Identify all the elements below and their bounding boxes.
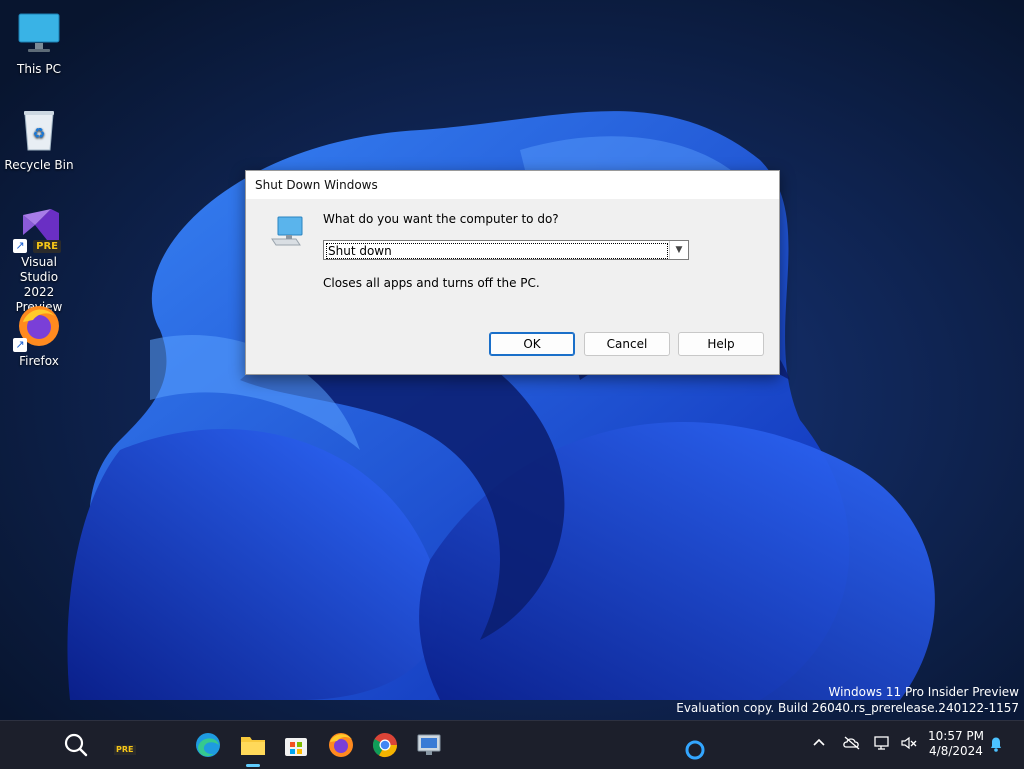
ok-button[interactable]: OK [489,332,575,356]
desktop-icon-firefox[interactable]: ↗ Firefox [0,302,78,369]
store-icon[interactable] [280,729,312,761]
selected-option: Shut down [326,243,668,259]
preview-badge: PRE [33,240,61,253]
file-explorer-icon[interactable] [237,729,269,767]
svg-text:♻: ♻ [33,126,46,142]
dev-preview-badge: PRE [114,745,136,755]
desktop-icon-visual-studio[interactable]: PRE ↗ Visual Studio 2022 Preview [0,203,78,315]
watermark-edition: Windows 11 Pro Insider Preview [828,685,1019,699]
desktop-icon-label: This PC [17,62,61,76]
firefox-icon[interactable] [325,729,357,761]
clock[interactable]: 10:57 PM 4/8/2024 [928,729,984,759]
shutdown-option-select[interactable]: Shut down ▼ [323,240,689,260]
shortcut-arrow-icon: ↗ [13,239,27,253]
shortcut-arrow-icon: ↗ [13,338,27,352]
question-label: What do you want the computer to do? [323,212,559,226]
desktop-icon-recycle-bin[interactable]: ♻ Recycle Bin [0,106,78,173]
desktop-icon-label: Recycle Bin [4,158,74,172]
cortana-icon[interactable] [684,739,706,764]
build-watermark: Windows 11 Pro Insider Preview Evaluatio… [676,684,1019,716]
clock-time: 10:57 PM [928,729,984,743]
notification-bell-icon[interactable] [988,735,1004,756]
desktop-icon-label: Firefox [19,354,59,368]
chrome-icon[interactable] [369,729,401,761]
shut-down-dialog: Shut Down Windows What do you want the c… [245,170,780,375]
onedrive-offline-icon[interactable] [842,735,862,754]
cancel-button[interactable]: Cancel [584,332,670,356]
dialog-title[interactable]: Shut Down Windows [246,171,779,200]
visual-studio-icon: PRE ↗ [13,203,63,253]
monitor-icon [15,10,63,58]
network-icon[interactable] [873,735,891,754]
remote-desktop-icon[interactable] [413,729,445,761]
chevron-down-icon[interactable]: ▼ [669,241,688,259]
firefox-icon: ↗ [13,302,63,352]
show-hidden-icons-chevron-up-icon[interactable] [811,735,827,754]
taskbar: PRE 10:57 PM 4/8/2024 [0,720,1024,769]
help-button[interactable]: Help [678,332,764,356]
computer-icon [271,216,303,246]
recycle-bin-icon: ♻ [15,106,63,154]
clock-date: 4/8/2024 [929,744,983,758]
watermark-build: Evaluation copy. Build 26040.rs_prerelea… [676,701,1019,715]
search-icon[interactable] [60,729,92,761]
dev-home-icon[interactable]: PRE [108,729,140,761]
volume-muted-icon[interactable] [900,735,918,754]
option-description: Closes all apps and turns off the PC. [323,276,540,290]
edge-icon[interactable] [192,729,224,761]
desktop-icon-this-pc[interactable]: This PC [0,10,78,77]
